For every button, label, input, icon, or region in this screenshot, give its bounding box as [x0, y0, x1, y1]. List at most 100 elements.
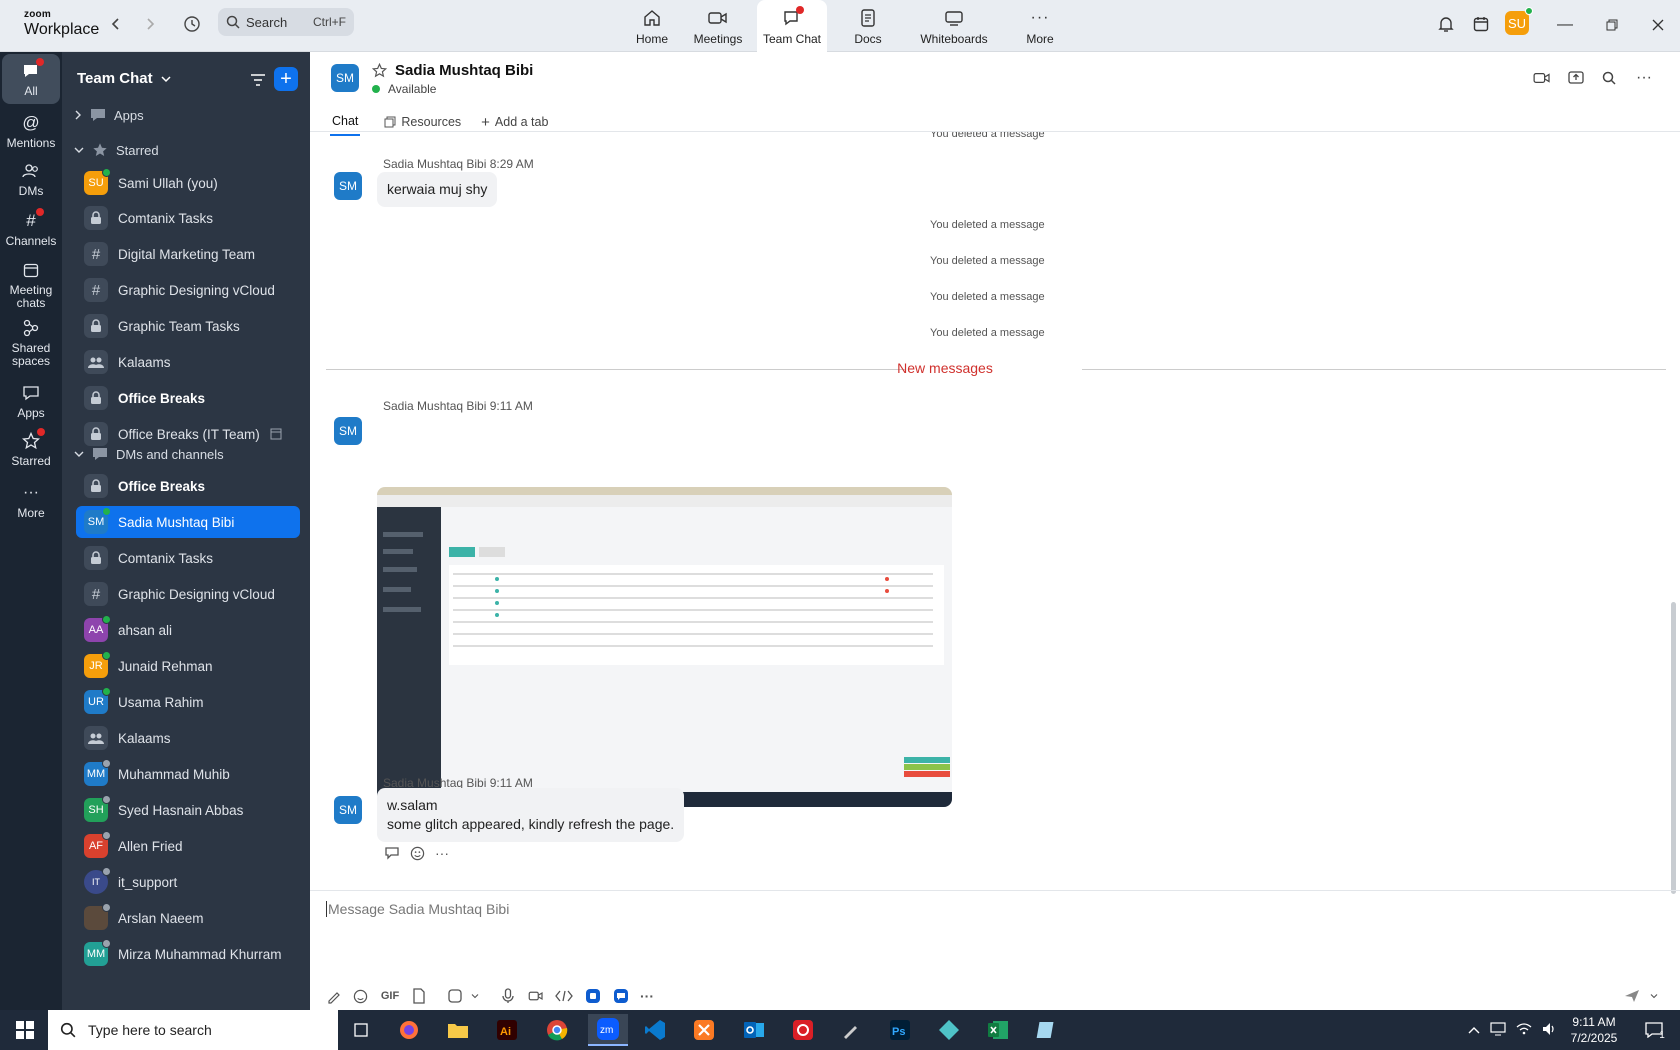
rail-starred[interactable]: Starred [2, 424, 60, 474]
sidebar-item-sami-ullah[interactable]: SU Sami Ullah (you) [76, 167, 298, 199]
chrome-icon[interactable] [540, 1014, 574, 1046]
illustrator-icon[interactable]: Ai [490, 1014, 524, 1046]
message-input[interactable]: Message Sadia Mushtaq Bibi [326, 901, 509, 917]
restore-icon[interactable] [1597, 10, 1627, 40]
tab-more[interactable]: ··· More [1014, 0, 1066, 52]
screenshot-icon[interactable] [444, 985, 466, 1007]
rail-more[interactable]: ··· More [2, 476, 60, 526]
bell-icon[interactable] [1434, 12, 1458, 36]
message-avatar[interactable]: SM [334, 417, 362, 445]
volume-icon[interactable] [1542, 1022, 1558, 1039]
more-tools-icon[interactable]: ··· [636, 985, 658, 1007]
file-icon[interactable] [408, 985, 430, 1007]
rail-all[interactable]: All [2, 54, 60, 104]
sidebar-item-graphic-team-tasks[interactable]: Graphic Team Tasks [76, 310, 298, 342]
sidebar-item-ahsan-ali[interactable]: AA ahsan ali [76, 614, 298, 646]
excel-icon[interactable] [981, 1014, 1015, 1046]
network-icon[interactable] [1490, 1021, 1506, 1039]
tab-team-chat[interactable]: Team Chat [757, 0, 827, 52]
sidebar-item-comtanix-tasks[interactable]: Comtanix Tasks [76, 202, 298, 234]
sidebar-item-allen-fried[interactable]: AF Allen Fried [76, 830, 298, 862]
outlook-icon[interactable] [737, 1014, 771, 1046]
chevron-down-icon[interactable] [464, 985, 486, 1007]
tab-whiteboards[interactable]: Whiteboards [914, 0, 994, 52]
pen-tool-icon[interactable] [834, 1014, 868, 1046]
search-icon[interactable] [1597, 66, 1621, 90]
app-chat-icon[interactable] [610, 985, 632, 1007]
sidebar-item-sadia-mushtaq-bibi[interactable]: SM Sadia Mushtaq Bibi [76, 506, 300, 538]
chevron-up-icon[interactable] [1468, 1023, 1480, 1037]
back-arrow-icon[interactable] [104, 12, 128, 36]
sidebar-item-junaid-rehman[interactable]: JR Junaid Rehman [76, 650, 298, 682]
minimize-icon[interactable]: — [1550, 10, 1580, 40]
vscode-icon[interactable] [638, 1014, 672, 1046]
section-starred[interactable]: Starred [74, 138, 159, 162]
scrollbar[interactable] [1669, 132, 1677, 894]
user-avatar[interactable]: SU [1505, 7, 1533, 35]
app-diamond-icon[interactable] [932, 1014, 966, 1046]
forward-arrow-icon[interactable] [138, 12, 162, 36]
windows-start-icon[interactable] [8, 1014, 42, 1046]
chat-title[interactable]: Sadia Mushtaq Bibi [395, 62, 533, 79]
screenshot-attachment[interactable] [377, 487, 952, 807]
sidebar-item-graphic-designing-vcloud-dm[interactable]: # Graphic Designing vCloud [76, 578, 298, 610]
photoshop-icon[interactable]: Ps [883, 1014, 917, 1046]
wifi-icon[interactable] [1516, 1022, 1532, 1039]
zoom-app-icon[interactable]: zm [588, 1014, 628, 1046]
sidebar-item-muhammad-muhib[interactable]: MM Muhammad Muhib [76, 758, 298, 790]
message-bubble[interactable]: kerwaia muj shy [377, 172, 498, 207]
tab-docs[interactable]: Docs [838, 0, 898, 52]
share-screen-icon[interactable] [1564, 66, 1588, 90]
rail-shared-spaces[interactable]: Shared spaces [2, 314, 60, 370]
rail-channels[interactable]: # Channels [2, 204, 60, 254]
calendar-icon[interactable] [1469, 12, 1493, 36]
more-options-icon[interactable]: ··· [1632, 66, 1656, 90]
sidebar-item-graphic-designing-vcloud[interactable]: # Graphic Designing vCloud [76, 274, 298, 306]
sidebar-item-kalaams[interactable]: Kalaams [76, 346, 298, 378]
close-icon[interactable] [1643, 10, 1673, 40]
sidebar-title[interactable]: Team Chat [77, 70, 171, 87]
clock[interactable]: 9:11 AM 7/2/2025 [1566, 1010, 1622, 1050]
more-dots-icon[interactable]: ··· [435, 846, 449, 864]
rail-mentions[interactable]: @ Mentions [2, 106, 60, 156]
taskbar-search[interactable]: Type here to search [48, 1010, 338, 1050]
sidebar-item-kalaams-dm[interactable]: Kalaams [76, 722, 298, 754]
search-box[interactable]: Search Ctrl+F [218, 8, 354, 36]
message-avatar[interactable]: SM [334, 796, 362, 824]
rail-meeting-chats[interactable]: Meeting chats [2, 256, 60, 312]
video-message-icon[interactable] [525, 985, 547, 1007]
task-view-icon[interactable] [344, 1014, 378, 1046]
gif-button[interactable]: GIF [379, 985, 401, 1007]
xampp-icon[interactable] [687, 1014, 721, 1046]
chevron-down-icon[interactable] [1643, 985, 1665, 1007]
section-dms-and-channels[interactable]: DMs and channels [74, 442, 224, 466]
sidebar-item-digital-marketing-team[interactable]: # Digital Marketing Team [76, 238, 298, 270]
sidebar-item-office-breaks[interactable]: Office Breaks [76, 382, 298, 414]
sidebar-item-office-breaks-dm[interactable]: Office Breaks [76, 470, 298, 502]
video-call-icon[interactable] [1530, 66, 1554, 90]
sidebar-item-syed-hasnain-abbas[interactable]: SH Syed Hasnain Abbas [76, 794, 298, 826]
sidebar-item-usama-rahim[interactable]: UR Usama Rahim [76, 686, 298, 718]
notepad-icon[interactable] [1030, 1014, 1064, 1046]
microphone-icon[interactable] [497, 985, 519, 1007]
filter-icon[interactable] [246, 68, 270, 92]
format-icon[interactable] [323, 985, 345, 1007]
file-explorer-icon[interactable] [441, 1014, 475, 1046]
star-icon[interactable] [370, 61, 388, 79]
history-icon[interactable] [180, 12, 204, 36]
sidebar-item-comtanix-tasks-dm[interactable]: Comtanix Tasks [76, 542, 298, 574]
sidebar-item-mirza-muhammad-khurram[interactable]: MM Mirza Muhammad Khurram [76, 938, 298, 970]
creative-cloud-icon[interactable] [786, 1014, 820, 1046]
section-apps[interactable]: Apps [74, 103, 144, 127]
scrollbar-thumb[interactable] [1671, 602, 1676, 894]
new-chat-button[interactable]: + [274, 67, 298, 91]
app-blue-icon[interactable] [582, 985, 604, 1007]
firefox-icon[interactable] [392, 1014, 426, 1046]
message-avatar[interactable]: SM [334, 172, 362, 200]
notification-center[interactable]: 1 [1640, 1010, 1670, 1050]
rail-apps[interactable]: Apps [2, 376, 60, 426]
tab-home[interactable]: Home [622, 0, 682, 52]
emoji-icon[interactable] [349, 985, 371, 1007]
reply-icon[interactable] [384, 846, 400, 864]
sidebar-item-it-support[interactable]: IT it_support [76, 866, 298, 898]
